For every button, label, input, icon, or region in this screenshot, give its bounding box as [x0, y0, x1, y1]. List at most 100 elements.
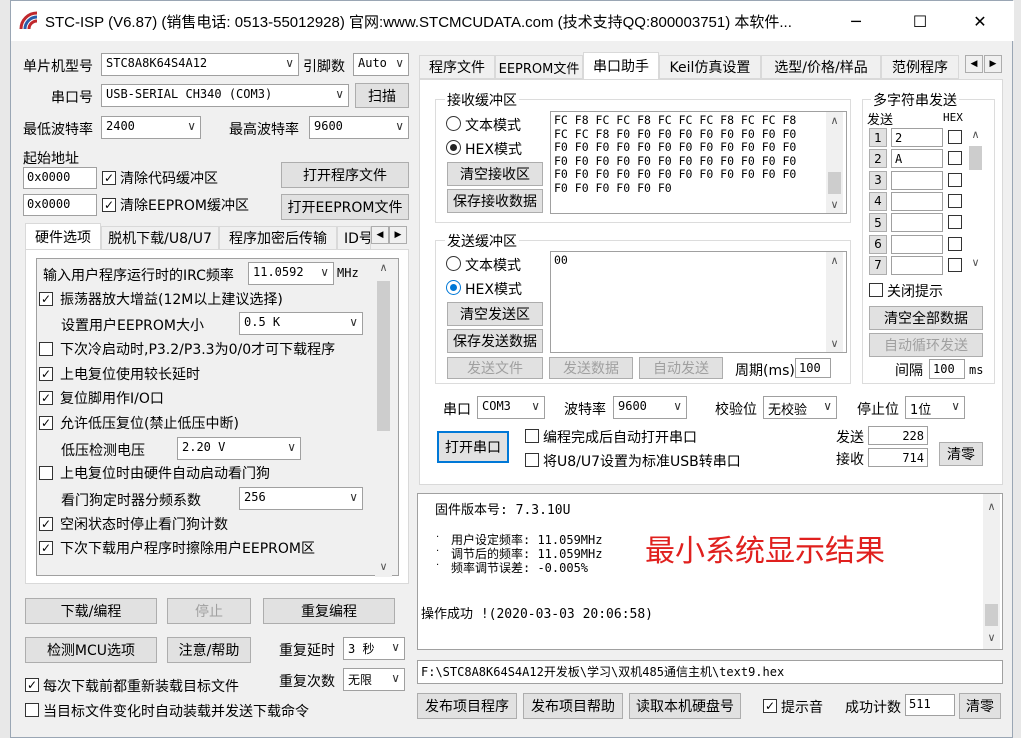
port-select[interactable]: USB-SERIAL CH340 (COM3) ∨: [101, 84, 349, 107]
clear-eeprom-checkbox[interactable]: ✓: [102, 198, 116, 212]
repeat-program-button[interactable]: 重复编程: [263, 598, 395, 624]
clear-send-button[interactable]: 清空发送区: [447, 302, 543, 326]
open-serial-port-button[interactable]: 打开串口: [437, 431, 509, 463]
auto-cycle-send-button[interactable]: 自动循环发送: [869, 333, 983, 357]
stop-button[interactable]: 停止: [167, 598, 251, 624]
clear-all-data-button[interactable]: 清空全部数据: [869, 306, 983, 330]
multi-send-row-3-button[interactable]: 3: [869, 170, 887, 190]
interval-field[interactable]: 100: [929, 359, 965, 379]
parity-select[interactable]: 无校验 ∨: [763, 396, 837, 419]
right-tab-scroll-left-icon[interactable]: ◀: [965, 55, 983, 73]
irc-frequency-select[interactable]: 11.0592 ∨: [248, 262, 334, 285]
scroll-up-icon[interactable]: ∧: [375, 259, 392, 276]
reset-io-checkbox[interactable]: ✓: [39, 391, 53, 405]
reload-checkbox[interactable]: ✓: [25, 678, 39, 692]
min-baud-select[interactable]: 2400 ∨: [101, 116, 201, 139]
recv-hex-mode-radio[interactable]: [446, 140, 461, 155]
clear-receive-button[interactable]: 清空接收区: [447, 162, 543, 186]
lvd-select[interactable]: 2.20 V ∨: [177, 437, 301, 460]
hardware-options-scrollbar[interactable]: ∧ ∨: [375, 259, 392, 577]
tab-encrypted-transfer[interactable]: 程序加密后传输: [219, 226, 337, 250]
save-send-button[interactable]: 保存发送数据: [447, 329, 543, 353]
scroll-down-icon[interactable]: ∨: [375, 558, 392, 575]
auto-send-button[interactable]: 自动发送: [639, 357, 723, 379]
multi-send-row-5-hex-checkbox[interactable]: [948, 215, 962, 230]
max-baud-select[interactable]: 9600 ∨: [309, 116, 409, 139]
multi-send-row-2-input[interactable]: A: [891, 149, 943, 169]
send-data-button[interactable]: 发送数据: [549, 357, 633, 379]
right-tab-scroll-right-icon[interactable]: ▶: [984, 55, 1002, 73]
baud-select[interactable]: 9600 ∨: [613, 396, 687, 419]
log-scrollbar[interactable]: ∧ ∨: [983, 494, 1000, 649]
save-receive-button[interactable]: 保存接收数据: [447, 189, 543, 213]
receive-text-area[interactable]: FC F8 FC FC F8 FC FC FC F8 FC FC F8 FC F…: [550, 111, 847, 214]
clear-count-button[interactable]: 清零: [939, 442, 983, 466]
sound-checkbox[interactable]: ✓: [763, 699, 777, 713]
send-text-area[interactable]: 00: [550, 251, 847, 353]
multi-send-row-7-hex-checkbox[interactable]: [948, 257, 962, 272]
erase-eeprom-checkbox[interactable]: ✓: [39, 541, 53, 555]
scroll-up-icon[interactable]: ∧: [983, 498, 1000, 515]
tab-selection-price[interactable]: 选型/价格/样品: [761, 55, 881, 79]
multi-send-row-2-button[interactable]: 2: [869, 149, 887, 169]
tab-scroll-right-icon[interactable]: ▶: [389, 226, 407, 244]
tab-serial-assistant[interactable]: 串口助手: [583, 52, 659, 79]
low-voltage-reset-checkbox[interactable]: ✓: [39, 416, 53, 430]
multi-send-row-6-input[interactable]: [891, 234, 943, 254]
pins-select[interactable]: Auto ∨: [353, 53, 409, 76]
send-file-button[interactable]: 发送文件: [447, 357, 543, 379]
scroll-thumb[interactable]: [985, 604, 998, 626]
mcu-model-select[interactable]: STC8A8K64S4A12 ∨: [101, 53, 299, 76]
check-mcu-button[interactable]: 检测MCU选项: [25, 637, 157, 663]
scroll-up-icon[interactable]: ∧: [826, 252, 843, 269]
watchdog-auto-checkbox[interactable]: [39, 466, 53, 480]
wdt-prescaler-select[interactable]: 256 ∨: [239, 487, 363, 510]
scroll-down-icon[interactable]: ∨: [967, 254, 984, 271]
publish-project-program-button[interactable]: 发布项目程序: [417, 693, 517, 719]
multi-send-row-5-input[interactable]: [891, 213, 943, 233]
scroll-down-icon[interactable]: ∨: [826, 335, 843, 352]
scroll-thumb[interactable]: [377, 281, 390, 431]
tab-eeprom-file[interactable]: EEPROM文件: [495, 55, 583, 79]
multi-send-row-4-input[interactable]: [891, 191, 943, 211]
multi-send-row-1-hex-checkbox[interactable]: [948, 130, 962, 144]
tab-id-number[interactable]: ID号: [337, 226, 371, 250]
help-button[interactable]: 注意/帮助: [167, 637, 251, 663]
eeprom-size-select[interactable]: 0.5 K ∨: [239, 312, 363, 335]
multi-send-row-4-hex-checkbox[interactable]: [948, 193, 962, 208]
clear-code-checkbox[interactable]: ✓: [102, 171, 116, 185]
period-field[interactable]: 100: [795, 358, 831, 378]
address-field-code[interactable]: 0x0000: [23, 167, 97, 189]
multi-send-row-7-input[interactable]: [891, 255, 943, 275]
multi-send-row-1-button[interactable]: 1: [869, 128, 887, 147]
receive-scrollbar[interactable]: ∧ ∨: [826, 112, 843, 213]
scroll-up-icon[interactable]: ∧: [967, 126, 984, 143]
tab-scroll-left-icon[interactable]: ◀: [371, 226, 389, 244]
multi-send-row-2-hex-checkbox[interactable]: [948, 151, 962, 166]
close-hint-checkbox[interactable]: [869, 283, 883, 297]
repeat-count-select[interactable]: 无限 ∨: [343, 668, 405, 691]
multi-send-row-7-button[interactable]: 7: [869, 255, 887, 275]
close-button[interactable]: ✕: [957, 1, 1003, 41]
com-select[interactable]: COM3 ∨: [477, 396, 545, 419]
multi-send-row-3-hex-checkbox[interactable]: [948, 172, 962, 187]
open-eeprom-file-button[interactable]: 打开EEPROM文件: [281, 194, 409, 220]
repeat-delay-select[interactable]: 3 秒 ∨: [343, 637, 405, 660]
multi-string-scrollbar[interactable]: ∧ ∨: [967, 126, 984, 274]
u8-usb-serial-checkbox[interactable]: [525, 453, 539, 467]
scan-button[interactable]: 扫描: [355, 83, 409, 108]
clear-success-button[interactable]: 清零: [959, 693, 1001, 719]
tab-hardware-options[interactable]: 硬件选项: [25, 223, 101, 250]
scroll-down-icon[interactable]: ∨: [983, 629, 1000, 646]
scroll-thumb[interactable]: [828, 172, 841, 194]
scroll-up-icon[interactable]: ∧: [826, 112, 843, 129]
cold-start-checkbox[interactable]: [39, 342, 53, 356]
multi-send-row-3-input[interactable]: [891, 170, 943, 190]
address-field-eeprom[interactable]: 0x0000: [23, 194, 97, 216]
multi-send-row-1-input[interactable]: 2: [891, 128, 943, 147]
auto-open-port-checkbox[interactable]: [525, 429, 539, 443]
long-delay-checkbox[interactable]: ✓: [39, 367, 53, 381]
multi-send-row-4-button[interactable]: 4: [869, 191, 887, 211]
download-program-button[interactable]: 下载/编程: [25, 598, 157, 624]
multi-send-row-6-button[interactable]: 6: [869, 234, 887, 254]
